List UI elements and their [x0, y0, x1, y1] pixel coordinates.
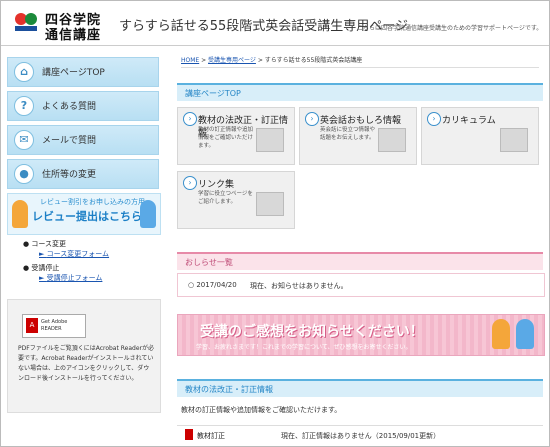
- sidebar-item-course-top[interactable]: ⌂ 講座ページTOP: [7, 57, 159, 87]
- errata-row[interactable]: 教材訂正 現在、訂正情報はありません（2015/09/01更新）: [177, 425, 543, 444]
- person-icon: ●: [14, 164, 34, 184]
- side-link-heading: ● 受講停止: [23, 264, 60, 272]
- review-banner-title: レビュー提出はこちら: [32, 210, 142, 223]
- breadcrumb: HOME > 受講生専用ページ > すらすら話せる55段階式英会話講座: [181, 55, 539, 68]
- site-description: こちらは四谷学院通信講座受講生のための学習サポートページです。: [357, 25, 543, 32]
- sidebar-item-label: よくある質問: [42, 102, 97, 112]
- sidebar-item-label: メールで質問: [42, 136, 97, 146]
- side-links: ● コース変更 ► コース変更フォーム ● 受講停止 ► 受講停止フォーム: [23, 237, 109, 287]
- acrobat-box: A Get Adobe READER PDFファイルをご覧頂くにはAcrobat…: [7, 299, 161, 413]
- course-change-form-link[interactable]: ► コース変更フォーム: [39, 249, 109, 259]
- card-fun-info[interactable]: › 英会話おもしろ情報 英会話に役立つ情報や話題をお伝えします。: [299, 107, 417, 165]
- section-title: 講座ページTOP: [185, 89, 241, 98]
- card-title: カリキュラム: [442, 116, 496, 126]
- news-title: おしらせ一覧: [185, 258, 233, 267]
- review-banner-caption: レビュー割引をお申し込みの方用: [40, 198, 145, 206]
- document-icon: [500, 128, 528, 152]
- sidebar-item-faq[interactable]: ? よくある質問: [7, 91, 159, 121]
- document-icon: [378, 128, 406, 152]
- adobe-icon: A: [26, 318, 38, 333]
- breadcrumb-home[interactable]: HOME: [181, 57, 199, 64]
- review-banner[interactable]: レビュー割引をお申し込みの方用 レビュー提出はこちら: [7, 193, 161, 235]
- chevron-right-icon: ›: [305, 112, 319, 126]
- card-title: リンク集: [198, 180, 235, 190]
- feedback-banner-subtitle: 学習、お疲れさまです！これまでの学習について、ぜひ感想をお寄せください。: [196, 344, 412, 351]
- card-curriculum[interactable]: › カリキュラム: [421, 107, 539, 165]
- news-row: ○ 2017/04/20 現在、お知らせはありません。: [177, 273, 545, 297]
- home-icon: ⌂: [14, 62, 34, 82]
- errata-row-label: 教材訂正: [197, 432, 225, 440]
- breadcrumb-student-page[interactable]: 受講生専用ページ: [208, 57, 256, 64]
- adobe-label: Get Adobe READER: [41, 319, 68, 332]
- logo-line2: 通信講座: [45, 28, 102, 43]
- page-frame: 四谷学院 通信講座 すらすら話せる55段階式英会話受講生専用ページ こちらは四谷…: [0, 0, 550, 447]
- errata-row-value: 現在、訂正情報はありません（2015/09/01更新）: [281, 432, 441, 440]
- card-description: 教材の訂正情報や追加情報をご確認いただけます。: [198, 127, 254, 149]
- acrobat-note: PDFファイルをご覧頂くにはAcrobat Readerが必要です。Acroba…: [18, 345, 154, 382]
- errata-intro: 教材の訂正情報や追加情報をご確認いただけます。: [181, 406, 342, 414]
- errata-title: 教材の法改正・訂正情報: [185, 385, 273, 394]
- chevron-right-icon: ›: [183, 176, 197, 190]
- student-figure-icon: [492, 319, 510, 349]
- sidebar-item-label: 住所等の変更: [42, 170, 97, 180]
- pdf-icon: [185, 429, 193, 440]
- document-icon: [256, 128, 284, 152]
- card-description: 英会話に役立つ情報や話題をお伝えします。: [320, 127, 376, 141]
- logo-mark-icon: [15, 13, 37, 31]
- suspend-form-link[interactable]: ► 受講停止フォーム: [39, 273, 109, 283]
- news-heading: おしらせ一覧: [177, 252, 543, 270]
- side-link-heading: ● コース変更: [23, 240, 66, 248]
- breadcrumb-current: すらすら話せる55段階式英会話講座: [264, 57, 363, 64]
- student-figure-icon: [516, 319, 534, 349]
- card-title: 英会話おもしろ情報: [320, 116, 402, 126]
- news-text: 現在、お知らせはありません。: [250, 282, 348, 290]
- site-logo[interactable]: 四谷学院 通信講座: [13, 7, 109, 43]
- window-icon: [256, 192, 284, 216]
- card-links[interactable]: › リンク集 学習に役立つページをご紹介します。: [177, 171, 295, 229]
- chevron-right-icon: ›: [183, 112, 197, 126]
- get-adobe-reader-button[interactable]: A Get Adobe READER: [22, 314, 86, 338]
- sidebar-item-label: 講座ページTOP: [42, 68, 105, 78]
- question-icon: ?: [14, 96, 34, 116]
- student-figure-icon: [140, 200, 156, 228]
- feedback-banner-title: 受講のご感想をお知らせください！: [200, 324, 424, 340]
- section-heading: 講座ページTOP: [177, 83, 543, 101]
- card-errata[interactable]: › 教材の法改正・訂正情報 教材の訂正情報や追加情報をご確認いただけます。: [177, 107, 295, 165]
- chevron-right-icon: ›: [427, 112, 441, 126]
- sidebar-item-mail-question[interactable]: ✉ メールで質問: [7, 125, 159, 155]
- student-figure-icon: [12, 200, 28, 228]
- card-description: 学習に役立つページをご紹介します。: [198, 191, 253, 205]
- feedback-banner[interactable]: 受講のご感想をお知らせください！ 学習、お疲れさまです！これまでの学習について、…: [177, 314, 545, 356]
- site-header: 四谷学院 通信講座 すらすら話せる55段階式英会話受講生専用ページ こちらは四谷…: [1, 1, 549, 46]
- mail-icon: ✉: [14, 130, 34, 150]
- news-date: ○ 2017/04/20: [188, 281, 237, 289]
- sidebar-item-address-change[interactable]: ● 住所等の変更: [7, 159, 159, 189]
- errata-heading: 教材の法改正・訂正情報: [177, 379, 543, 397]
- sidebar-nav: ⌂ 講座ページTOP ? よくある質問 ✉ メールで質問 ● 住所等の変更: [7, 57, 159, 193]
